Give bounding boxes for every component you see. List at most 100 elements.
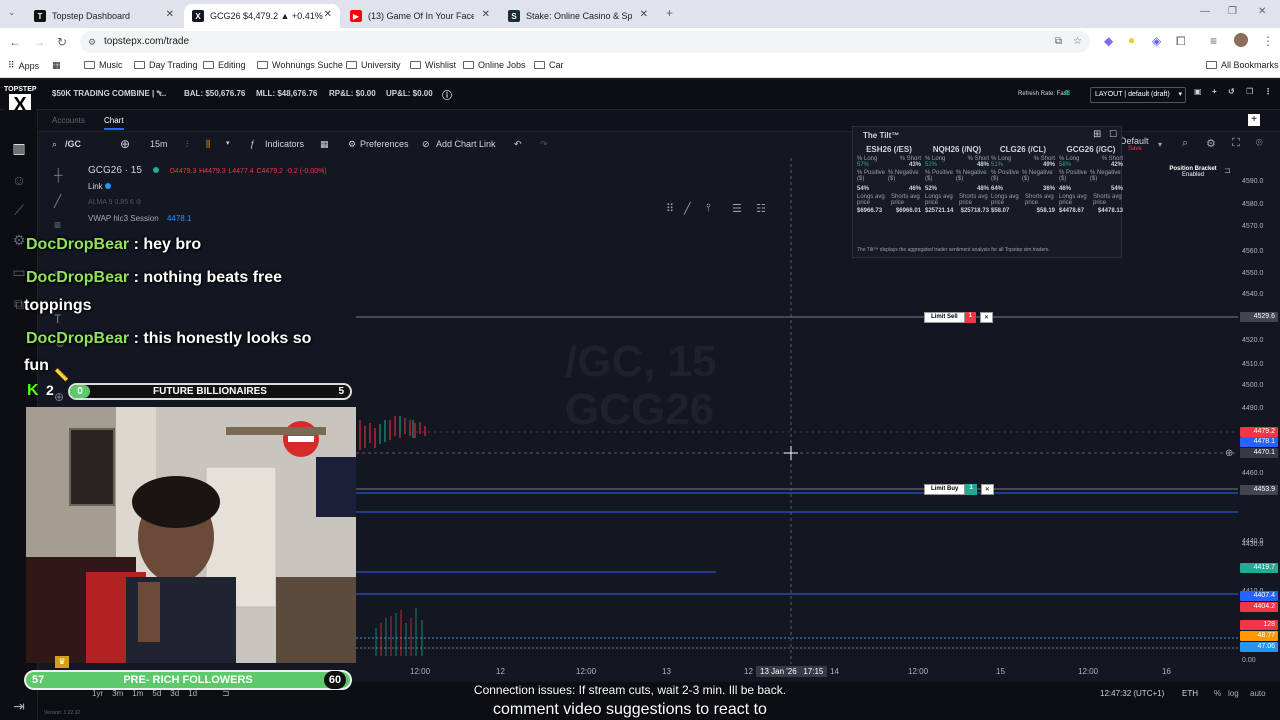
limit-buy-order[interactable]: Limit Buy 1 ✕ [924,484,994,495]
limit-sell-order[interactable]: Limit Sell 1 ✕ [924,312,994,323]
bookmark-music[interactable]: Music [84,60,123,70]
candles-icon[interactable]: ⫼ [206,139,210,150]
camera-icon[interactable]: ⌾ [1256,137,1263,150]
extension-icon[interactable]: ◆ [1104,34,1113,48]
crosshair-icon[interactable]: ┼ [54,168,70,184]
drag-handle-icon[interactable]: ⠿ [666,202,674,215]
bookmark-grid[interactable]: ▦ [52,60,61,71]
ruler-icon[interactable]: 📏 [54,368,70,384]
add-chart-link-button[interactable]: Add Chart Link [436,139,496,149]
reset-icon[interactable]: ↺ [1228,87,1235,96]
bookmark-online-jobs[interactable]: Online Jobs [463,60,526,70]
range-button-3d[interactable]: 3d [170,689,179,698]
range-button-1yr[interactable]: 1yr [92,689,103,698]
install-icon[interactable]: ⧉ [1055,31,1062,53]
log-toggle[interactable]: log [1228,689,1239,698]
fib-tool-icon[interactable]: ☰ [732,202,742,215]
extension-coin-icon[interactable]: ● [1128,33,1135,47]
menu-icon[interactable]: ⋮ [1262,34,1274,48]
layout-select[interactable]: LAYOUT | default (draft) ▾ [1090,87,1186,103]
extension-discord-icon[interactable]: ◈ [1152,34,1161,48]
price-axis[interactable]: 4590.0 4580.0 4570.0 4560.0 4550.0 4540.0 4520… [1238,158,1280,668]
save-layout-icon[interactable]: ▣ [1194,87,1202,96]
link-icon[interactable]: ⊘ [422,139,430,150]
bookmark-all[interactable]: All Bookmarks [1206,60,1279,70]
bookmark-wohnungs-suche[interactable]: Wohnungs Suche [257,60,343,70]
zoom-icon[interactable]: ⌕ [1182,137,1188,150]
gear-icon[interactable]: ⚙ [348,139,356,150]
back-icon[interactable]: ← [9,35,21,49]
fib-icon[interactable]: ≡ [54,218,70,234]
site-info-icon[interactable]: ⚙ [88,31,96,53]
symbol-search[interactable]: /GC [65,139,81,149]
auto-toggle[interactable]: auto [1250,689,1266,698]
channel-tool-icon[interactable]: ☷ [756,202,766,215]
gear-icon[interactable]: ⚙ [1206,137,1216,150]
add-layout-icon[interactable]: + [1212,87,1217,96]
minimize-icon[interactable]: — [1200,6,1210,17]
bookmark-car[interactable]: Car [534,60,564,70]
fork-tool-icon[interactable]: ⫯ [706,202,711,215]
restore-icon[interactable]: ❐ [1228,6,1237,17]
bookmark-day-trading[interactable]: Day Trading [134,60,198,70]
cancel-order-icon[interactable]: ✕ [980,312,994,323]
bookmark-apps[interactable]: ⠿ Apps [8,60,39,71]
account-selector[interactable]: $50K TRADING COMBINE | *... [52,89,166,98]
chart-candles-icon[interactable]: ▥ [10,140,28,158]
position-bracket[interactable]: Position Bracket Enabled [1160,166,1226,178]
bookmark-wishlist[interactable]: Wishlist [410,60,456,70]
indicators-button[interactable]: Indicators [265,139,304,149]
toggle-icon[interactable]: ⊐ [1224,166,1231,175]
window-icon[interactable]: ❐ [1246,87,1253,96]
search-icon[interactable]: ⌕ [52,139,57,150]
tab-search-icon[interactable]: ⌄ [8,7,16,18]
more-icon[interactable]: ⋮ [1264,87,1272,96]
tab-chart[interactable]: Chart [104,116,124,130]
add-icon[interactable]: ⊞ [1093,129,1101,140]
profile-avatar[interactable] [1234,33,1248,47]
range-button-3m[interactable]: 3m [112,689,123,698]
forward-icon[interactable]: → [33,35,45,49]
close-icon[interactable]: ✕ [324,9,332,20]
trend-icon[interactable]: ⟋ [10,202,28,220]
percent-toggle[interactable]: % [1214,689,1221,698]
clock[interactable]: 12:47:32 (UTC+1) [1100,689,1164,698]
new-tab-icon[interactable]: + [666,6,673,20]
tab-stake[interactable]: S Stake: Online Casino & Sportsb ✕ [500,4,656,28]
users-icon[interactable]: ☺ [10,172,28,190]
cancel-order-icon[interactable]: ✕ [980,484,994,495]
time-axis[interactable]: 12:00 12 12:00 13 12 14 12:00 15 12:00 16 13 Jan '… [356,664,1238,678]
preferences-button[interactable]: Preferences [360,139,409,149]
tab-topstep-dashboard[interactable]: T Topstep Dashboard ✕ [26,4,182,28]
window-close-icon[interactable]: ✕ [1258,6,1266,17]
templates-icon[interactable]: ▦ [320,139,329,150]
bar-style-icon[interactable]: ⫶ [186,139,188,150]
reload-icon[interactable]: ↻ [57,35,67,49]
tab-youtube[interactable]: ▶ (13) Game Of In Your Face! ✕ [342,4,498,28]
extensions-puzzle-icon[interactable]: ⧠ [1176,34,1186,49]
close-icon[interactable]: ✕ [166,9,174,20]
eye-hidden-icon[interactable]: ⊘ [136,199,142,206]
url-field[interactable]: ⚙ topstepx.com/trade ⧉ ☆ [80,31,1090,53]
chevron-down-icon[interactable]: ▾ [158,89,162,98]
window-icon[interactable]: ☐ [1109,129,1117,140]
range-button-1d[interactable]: 1d [188,689,197,698]
trendline-icon[interactable]: ╱ [54,194,70,210]
indicators-icon[interactable]: ƒ [250,139,255,149]
tab-gcg26[interactable]: X GCG26 $4,479.2 ▲ +0.41% ✕ [184,4,340,28]
range-button-1m[interactable]: 1m [132,689,143,698]
add-order-icon[interactable]: ⊕ [1225,448,1233,459]
tab-accounts[interactable]: Accounts [52,116,85,125]
default-template[interactable]: Default [1120,136,1149,146]
reading-list-icon[interactable]: ≡ [1210,34,1217,48]
session-toggle[interactable]: ETH [1182,689,1198,698]
interval-select[interactable]: 15m [150,139,168,149]
fullscreen-icon[interactable]: ⛶ [1232,137,1240,150]
add-panel-icon[interactable]: + [1248,114,1260,126]
legend-link[interactable]: Link [88,182,111,191]
chevron-down-icon[interactable]: ▾ [1158,140,1162,149]
close-icon[interactable]: ✕ [640,9,648,20]
star-icon[interactable]: ☆ [1073,31,1082,53]
line-tool-icon[interactable]: ╱ [684,202,691,215]
undo-icon[interactable]: ↶ [514,139,522,150]
